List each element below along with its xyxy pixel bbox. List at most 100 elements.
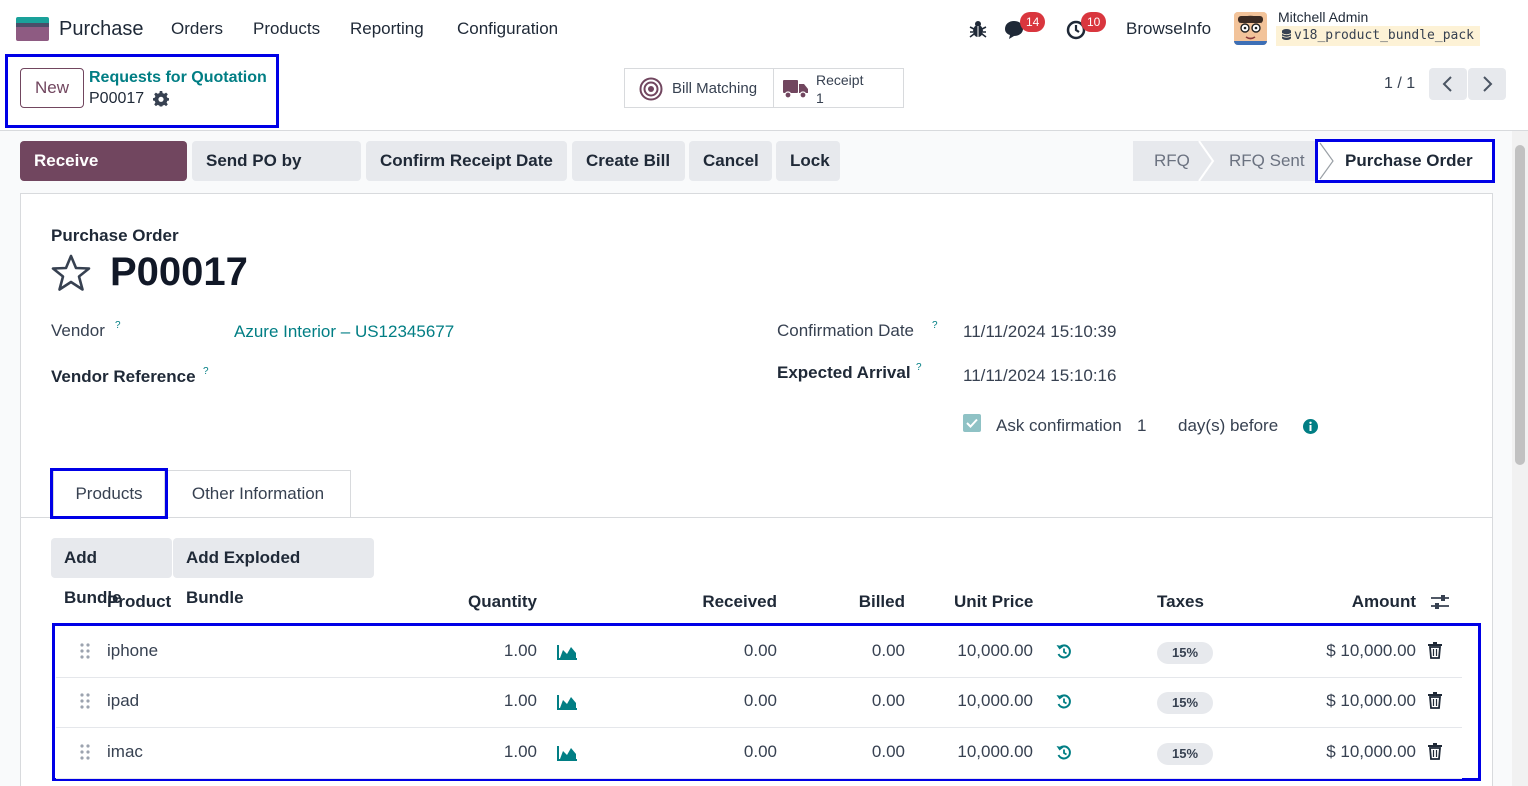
- new-button[interactable]: New: [20, 68, 84, 108]
- receive-products-button[interactable]: Receive Products: [20, 141, 187, 210]
- pager-value[interactable]: 1 / 1: [1384, 75, 1415, 93]
- line-received[interactable]: 0.00: [657, 641, 777, 661]
- column-product[interactable]: Product: [107, 592, 171, 612]
- tab-other-information[interactable]: Other Information: [165, 470, 351, 518]
- pager-next-button[interactable]: [1468, 68, 1506, 100]
- column-billed[interactable]: Billed: [805, 592, 905, 612]
- column-taxes[interactable]: Taxes: [1157, 592, 1204, 612]
- bill-matching-button[interactable]: Bill Matching: [624, 68, 774, 108]
- bill-matching-label: Bill Matching: [672, 80, 758, 97]
- page-scrollbar-thumb[interactable]: [1515, 145, 1525, 465]
- ask-confirmation-checkbox[interactable]: [963, 414, 981, 432]
- vendor-help-tooltip[interactable]: ?: [115, 320, 121, 331]
- line-product[interactable]: ipad: [107, 691, 139, 711]
- vendor-field[interactable]: Azure Interior – US12345677: [234, 322, 454, 342]
- top-navbar: Purchase Orders Products Reporting Confi…: [0, 0, 1528, 58]
- target-icon: [639, 77, 663, 101]
- receipt-button[interactable]: Receipt 1: [773, 68, 904, 108]
- ask-confirmation-suffix: day(s) before: [1178, 416, 1279, 435]
- add-bundle-button[interactable]: Add Bundle: [51, 538, 172, 607]
- drag-handle-icon[interactable]: [80, 743, 90, 761]
- record-name: P00017: [110, 250, 248, 294]
- add-exploded-bundle-button[interactable]: Add Exploded Bundle: [173, 538, 374, 607]
- line-tax-badge[interactable]: 15%: [1157, 743, 1213, 765]
- forecast-area-chart-icon[interactable]: [557, 694, 578, 710]
- ask-confirmation-days-field[interactable]: 1: [1137, 416, 1146, 436]
- company-switcher[interactable]: BrowseInfo: [1126, 19, 1211, 39]
- column-unit-price[interactable]: Unit Price: [954, 592, 1033, 612]
- reset-price-history-icon[interactable]: [1056, 744, 1072, 761]
- line-billed: 0.00: [871, 742, 905, 761]
- line-tax-badge[interactable]: 15%: [1157, 692, 1213, 714]
- line-unit-price[interactable]: 10,000.00: [913, 691, 1033, 711]
- lock-button[interactable]: Lock: [776, 141, 840, 181]
- user-name[interactable]: Mitchell Admin: [1278, 9, 1368, 25]
- confirmation-date-help-tooltip[interactable]: ?: [932, 320, 938, 331]
- line-billed: 0.00: [871, 641, 905, 660]
- favorite-star-icon[interactable]: [51, 254, 91, 292]
- column-quantity[interactable]: Quantity: [437, 592, 537, 612]
- line-quantity[interactable]: 1.00: [417, 742, 537, 762]
- trash-icon[interactable]: [1428, 642, 1442, 659]
- vendor-reference-help-tooltip[interactable]: ?: [203, 366, 209, 377]
- reset-price-history-icon[interactable]: [1056, 643, 1072, 660]
- row-separator: [56, 778, 1462, 779]
- menu-reporting[interactable]: Reporting: [350, 19, 424, 39]
- drag-handle-icon[interactable]: [80, 692, 90, 710]
- drag-handle-icon[interactable]: [80, 642, 90, 660]
- menu-configuration[interactable]: Configuration: [457, 19, 558, 39]
- line-product[interactable]: imac: [107, 742, 143, 762]
- messages-count-badge: 14: [1020, 12, 1046, 32]
- trash-icon[interactable]: [1428, 743, 1442, 760]
- column-amount[interactable]: Amount: [1316, 592, 1416, 612]
- active-tab-highlight: [50, 468, 168, 519]
- expected-arrival-field[interactable]: 11/11/2024 15:10:16: [963, 366, 1116, 386]
- app-name[interactable]: Purchase: [59, 18, 144, 41]
- line-unit-price[interactable]: 10,000.00: [913, 742, 1033, 762]
- row-separator: [56, 727, 1462, 728]
- line-unit-price[interactable]: 10,000.00: [913, 641, 1033, 661]
- column-received[interactable]: Received: [677, 592, 777, 612]
- create-bill-button[interactable]: Create Bill: [572, 141, 685, 181]
- chevron-right-icon: [1483, 76, 1493, 92]
- confirmation-date-field[interactable]: 11/11/2024 15:10:39: [963, 322, 1116, 342]
- receipt-label: Receipt: [816, 72, 864, 88]
- database-name: v18_product_bundle_pack: [1276, 26, 1481, 46]
- line-received[interactable]: 0.00: [657, 742, 777, 762]
- cancel-button[interactable]: Cancel: [689, 141, 772, 181]
- truck-icon: [783, 80, 808, 99]
- active-stage-highlight: [1315, 139, 1495, 183]
- confirm-receipt-date-button[interactable]: Confirm Receipt Date: [366, 141, 567, 181]
- gear-icon[interactable]: [153, 91, 169, 107]
- line-quantity[interactable]: 1.00: [417, 691, 537, 711]
- breadcrumb-current: P00017: [89, 90, 145, 107]
- vendor-label: Vendor: [51, 321, 105, 340]
- expected-arrival-help-tooltip[interactable]: ?: [916, 362, 922, 373]
- debug-bug-icon[interactable]: [966, 17, 990, 41]
- trash-icon[interactable]: [1428, 692, 1442, 709]
- stage-arrow-separator: [1198, 141, 1215, 181]
- menu-products[interactable]: Products: [253, 19, 320, 39]
- line-quantity[interactable]: 1.00: [417, 641, 537, 661]
- stage-rfq[interactable]: RFQ: [1133, 141, 1201, 181]
- forecast-area-chart-icon[interactable]: [557, 644, 578, 660]
- row-separator: [56, 677, 1462, 678]
- expected-arrival-label: Expected Arrival: [777, 363, 911, 382]
- forecast-area-chart-icon[interactable]: [557, 745, 578, 761]
- activities-count-badge: 10: [1081, 12, 1107, 32]
- info-icon[interactable]: [1303, 419, 1318, 434]
- menu-orders[interactable]: Orders: [171, 19, 223, 39]
- pager-previous-button[interactable]: [1429, 68, 1467, 100]
- line-received[interactable]: 0.00: [657, 691, 777, 711]
- optional-columns-sliders-icon[interactable]: [1431, 594, 1449, 610]
- breadcrumb-parent-link[interactable]: Requests for Quotation: [89, 69, 267, 87]
- purchase-app-icon[interactable]: [16, 17, 49, 41]
- user-avatar[interactable]: [1234, 12, 1267, 45]
- reset-price-history-icon[interactable]: [1056, 693, 1072, 710]
- stage-rfq-sent[interactable]: RFQ Sent: [1201, 141, 1317, 181]
- line-tax-badge[interactable]: 15%: [1157, 642, 1213, 664]
- line-product[interactable]: iphone: [107, 641, 158, 661]
- send-po-by-email-button[interactable]: Send PO by Email: [192, 141, 361, 210]
- database-icon: [1281, 29, 1292, 40]
- line-amount: $ 10,000.00: [1326, 641, 1416, 660]
